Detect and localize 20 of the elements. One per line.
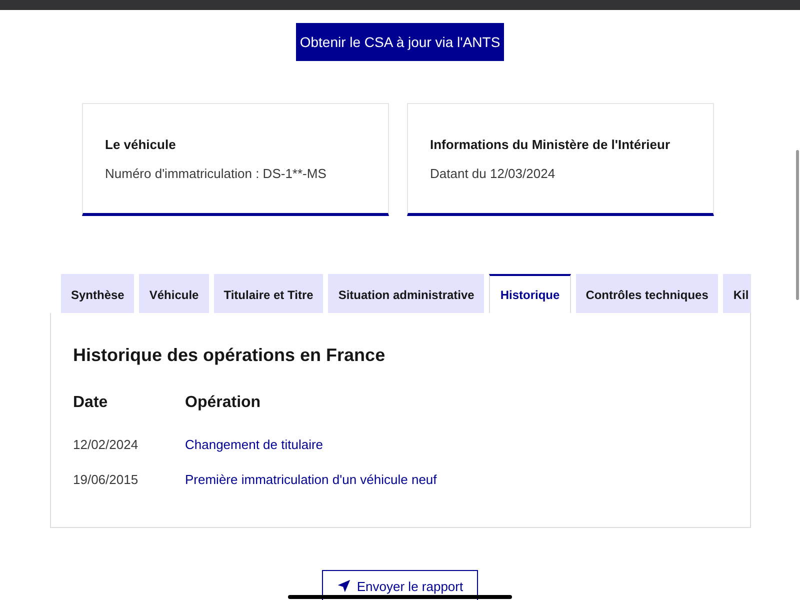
tab[interactable]: Historique — [489, 274, 571, 313]
card-text: Numéro d'immatriculation : DS-1**-MS — [105, 166, 328, 181]
card-text: Datant du 12/03/2024 — [430, 166, 556, 181]
date-cell: 19/06/2015 — [73, 472, 138, 487]
tab[interactable]: Kil — [723, 274, 751, 313]
tab[interactable]: Titulaire et Titre — [214, 274, 324, 313]
date-cell: 12/02/2024 — [73, 437, 138, 452]
card-title: Informations du Ministère de l'Intérieur — [430, 137, 672, 152]
panel-heading: Historique des opérations en France — [73, 345, 386, 366]
tab[interactable]: Synthèse — [61, 274, 134, 313]
ants-button[interactable]: Obtenir le CSA à jour via l'ANTS — [296, 23, 504, 61]
operation-link[interactable]: Changement de titulaire — [185, 437, 324, 452]
operation-link[interactable]: Première immatriculation d'un véhicule neuf — [185, 472, 437, 487]
column-header: Date — [73, 394, 108, 412]
column-header: Opération — [185, 394, 261, 412]
tab[interactable]: Situation administrative — [328, 274, 484, 313]
card-title: Le véhicule — [105, 137, 177, 152]
tab[interactable]: Contrôles techniques — [576, 274, 718, 313]
send-icon — [336, 579, 351, 593]
tab[interactable]: Véhicule — [139, 274, 209, 313]
